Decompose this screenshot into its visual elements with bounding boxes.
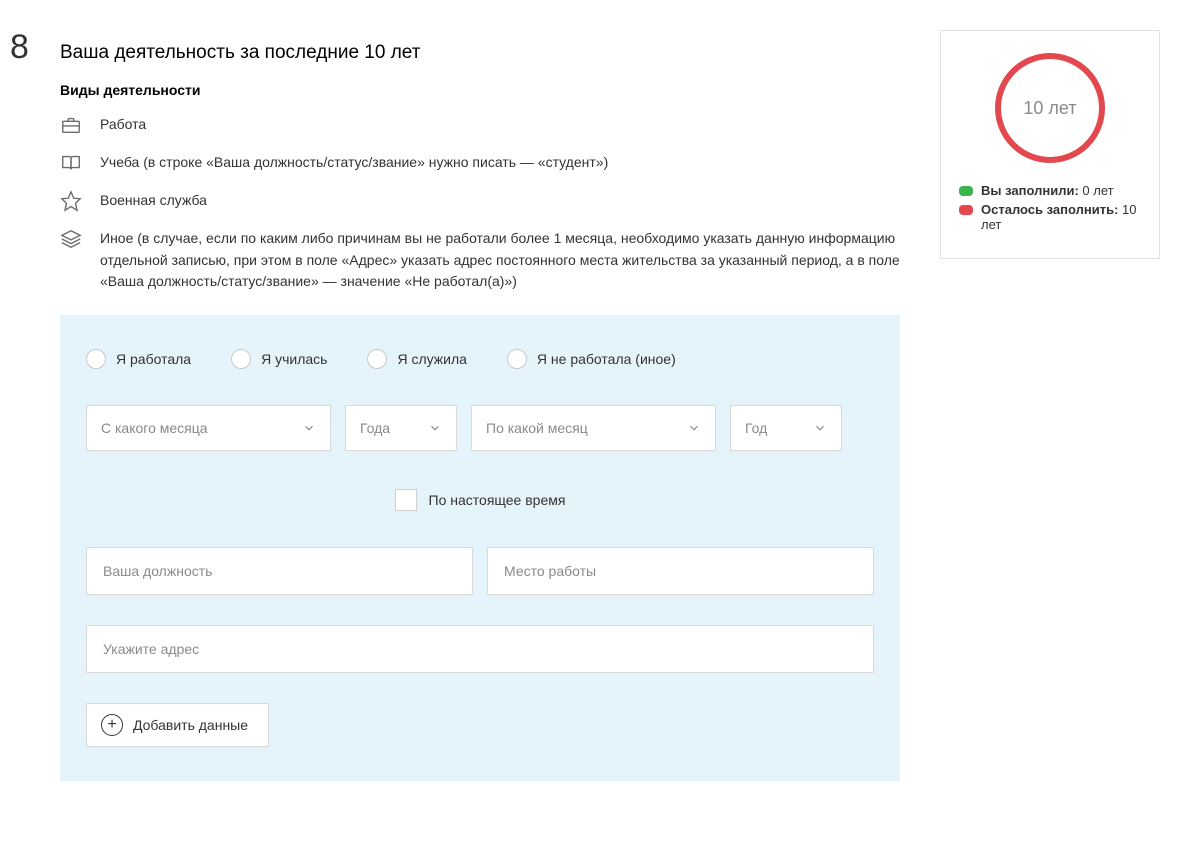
legend-row: Иное (в случае, если по каким либо причи… bbox=[60, 228, 900, 293]
chevron-down-icon bbox=[813, 421, 827, 435]
progress-ring: 10 лет bbox=[995, 53, 1105, 163]
briefcase-icon bbox=[60, 114, 82, 136]
chevron-down-icon bbox=[428, 421, 442, 435]
select-placeholder: С какого месяца bbox=[101, 420, 208, 436]
legend-text-work: Работа bbox=[100, 114, 146, 136]
position-input[interactable] bbox=[86, 547, 473, 595]
radio-label: Я работала bbox=[116, 351, 191, 367]
address-input[interactable] bbox=[86, 625, 874, 673]
legend-text-study: Учеба (в строке «Ваша должность/статус/з… bbox=[100, 152, 608, 174]
plus-icon: + bbox=[101, 714, 123, 736]
radio-label: Я не работала (иное) bbox=[537, 351, 676, 367]
dot-red-icon bbox=[959, 205, 973, 215]
chevron-down-icon bbox=[687, 421, 701, 435]
stat-remaining: Осталось заполнить: 10 лет bbox=[959, 202, 1141, 232]
to-month-select[interactable]: По какой месяц bbox=[471, 405, 716, 451]
select-placeholder: Год bbox=[745, 420, 767, 436]
legend-row: Военная служба bbox=[60, 190, 900, 212]
legend-row: Работа bbox=[60, 114, 900, 136]
subtitle: Виды деятельности bbox=[60, 82, 900, 98]
activity-form: Я работала Я училась Я служила Я не рабо… bbox=[60, 315, 900, 781]
radio-control[interactable] bbox=[231, 349, 251, 369]
chevron-down-icon bbox=[302, 421, 316, 435]
select-placeholder: По какой месяц bbox=[486, 420, 588, 436]
to-year-select[interactable]: Год bbox=[730, 405, 842, 451]
legend-row: Учеба (в строке «Ваша должность/статус/з… bbox=[60, 152, 900, 174]
radio-served[interactable]: Я служила bbox=[367, 349, 466, 369]
checkbox-label: По настоящее время bbox=[429, 492, 566, 508]
legend-text-military: Военная служба bbox=[100, 190, 207, 212]
book-icon bbox=[60, 152, 82, 174]
radio-worked[interactable]: Я работала bbox=[86, 349, 191, 369]
select-placeholder: Года bbox=[360, 420, 390, 436]
star-icon bbox=[60, 190, 82, 212]
stat-filled: Вы заполнили: 0 лет bbox=[959, 183, 1141, 198]
present-checkbox[interactable] bbox=[395, 489, 417, 511]
stat-label: Осталось заполнить: bbox=[981, 202, 1118, 217]
dot-green-icon bbox=[959, 186, 973, 196]
ring-label: 10 лет bbox=[1023, 98, 1076, 119]
radio-label: Я училась bbox=[261, 351, 327, 367]
section-title: Ваша деятельность за последние 10 лет bbox=[60, 42, 420, 64]
step-number: 8 bbox=[10, 30, 60, 64]
radio-other[interactable]: Я не работала (иное) bbox=[507, 349, 676, 369]
stat-label: Вы заполнили: bbox=[981, 183, 1079, 198]
radio-control[interactable] bbox=[367, 349, 387, 369]
add-data-button[interactable]: + Добавить данные bbox=[86, 703, 269, 747]
legend-text-other: Иное (в случае, если по каким либо причи… bbox=[100, 228, 900, 293]
radio-label: Я служила bbox=[397, 351, 466, 367]
stack-icon bbox=[60, 228, 82, 250]
radio-control[interactable] bbox=[86, 349, 106, 369]
from-month-select[interactable]: С какого месяца bbox=[86, 405, 331, 451]
from-year-select[interactable]: Года bbox=[345, 405, 457, 451]
progress-sidebar: 10 лет Вы заполнили: 0 лет Осталось запо… bbox=[940, 30, 1160, 259]
add-button-label: Добавить данные bbox=[133, 717, 248, 733]
stat-value: 0 лет bbox=[1082, 183, 1113, 198]
radio-control[interactable] bbox=[507, 349, 527, 369]
workplace-input[interactable] bbox=[487, 547, 874, 595]
radio-studied[interactable]: Я училась bbox=[231, 349, 327, 369]
